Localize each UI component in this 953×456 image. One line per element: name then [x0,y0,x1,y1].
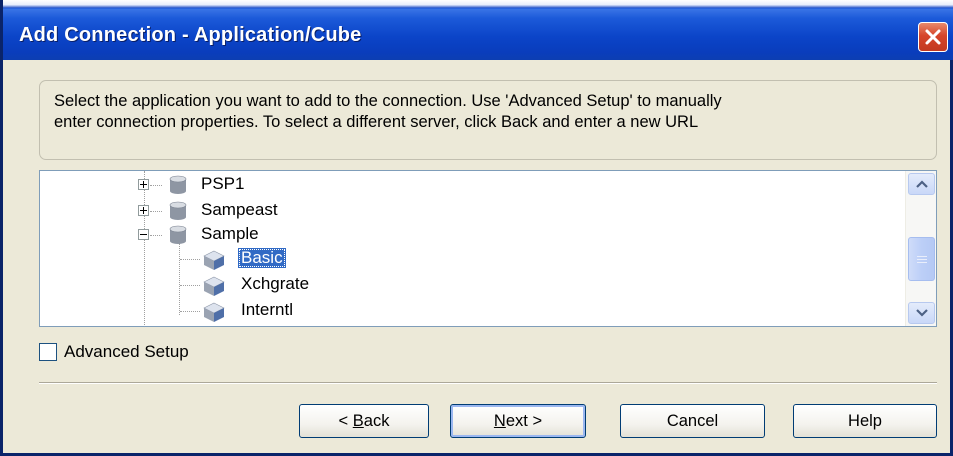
cancel-label: Cancel [666,411,719,430]
back-mnemonic: B [352,411,364,430]
tree-line [150,235,162,236]
expand-icon[interactable] [138,179,149,190]
tree-node-basic[interactable]: Basic [40,247,900,271]
title-bar[interactable]: Add Connection - Application/Cube [3,8,953,60]
expand-icon[interactable] [138,205,149,216]
tree-node-sampeast[interactable]: Sampeast [40,199,900,223]
advanced-setup-label: Advanced Setup [64,342,189,361]
tree-node-interntl[interactable]: Interntl [40,299,900,323]
scroll-thumb[interactable] [908,237,935,281]
back-rest: ack [363,411,390,430]
grip-line [917,262,927,263]
next-button[interactable]: Next > [450,404,586,438]
tree-node-label: Xchgrate [241,274,310,293]
scroll-up-button[interactable] [908,173,935,195]
instructions-line-1: Select the application you want to add t… [54,92,722,110]
close-button[interactable] [918,22,948,52]
close-icon [925,29,941,45]
back-prefix: < [338,411,353,430]
tree-line [180,259,200,260]
tree-node-label: Sample [201,224,259,243]
tree-line [150,211,162,212]
grip-line [917,256,927,257]
tree-node-label: Interntl [241,300,293,319]
window-title: Add Connection - Application/Cube [19,24,362,46]
tree-node-label: PSP1 [201,174,245,193]
tree-line [180,311,200,312]
cancel-button[interactable]: Cancel [620,404,765,438]
tree-node-psp1[interactable]: PSP1 [40,173,900,197]
tree-line [150,185,162,186]
tree-node-sample[interactable]: Sample [40,223,900,247]
advanced-setup-checkbox[interactable] [39,343,57,361]
advanced-setup-option[interactable]: Advanced Setup [39,342,189,362]
help-button[interactable]: Help [793,404,937,438]
chevron-down-icon [915,309,928,317]
cube-icon [203,276,225,296]
back-button[interactable]: < Back [299,404,429,438]
cube-icon [203,302,225,322]
tree-node-xchgrate[interactable]: Xchgrate [40,273,900,297]
separator [39,382,937,384]
database-icon [169,225,187,244]
grip-line [917,259,927,260]
next-mnemonic: N [493,411,506,430]
window-top-edge [3,0,953,8]
scroll-down-button[interactable] [908,302,935,324]
database-icon [169,175,187,194]
application-tree[interactable]: PSP1 Sampeast Sample Basic Xchgrate Inte… [39,170,937,327]
chevron-up-icon [915,180,928,188]
database-icon [169,201,187,220]
tree-line [180,285,200,286]
tree-node-label: Sampeast [201,200,278,219]
next-rest: ext > [505,411,543,430]
help-label: Help [848,411,882,430]
dialog-window: Add Connection - Application/Cube Select… [0,0,953,456]
tree-node-label: Basic [238,248,286,268]
collapse-icon[interactable] [138,229,149,240]
instructions-box: Select the application you want to add t… [39,80,937,160]
cube-icon [203,250,225,270]
instructions-line-2: enter connection properties. To select a… [54,113,699,131]
tree-scrollbar[interactable] [905,171,936,326]
